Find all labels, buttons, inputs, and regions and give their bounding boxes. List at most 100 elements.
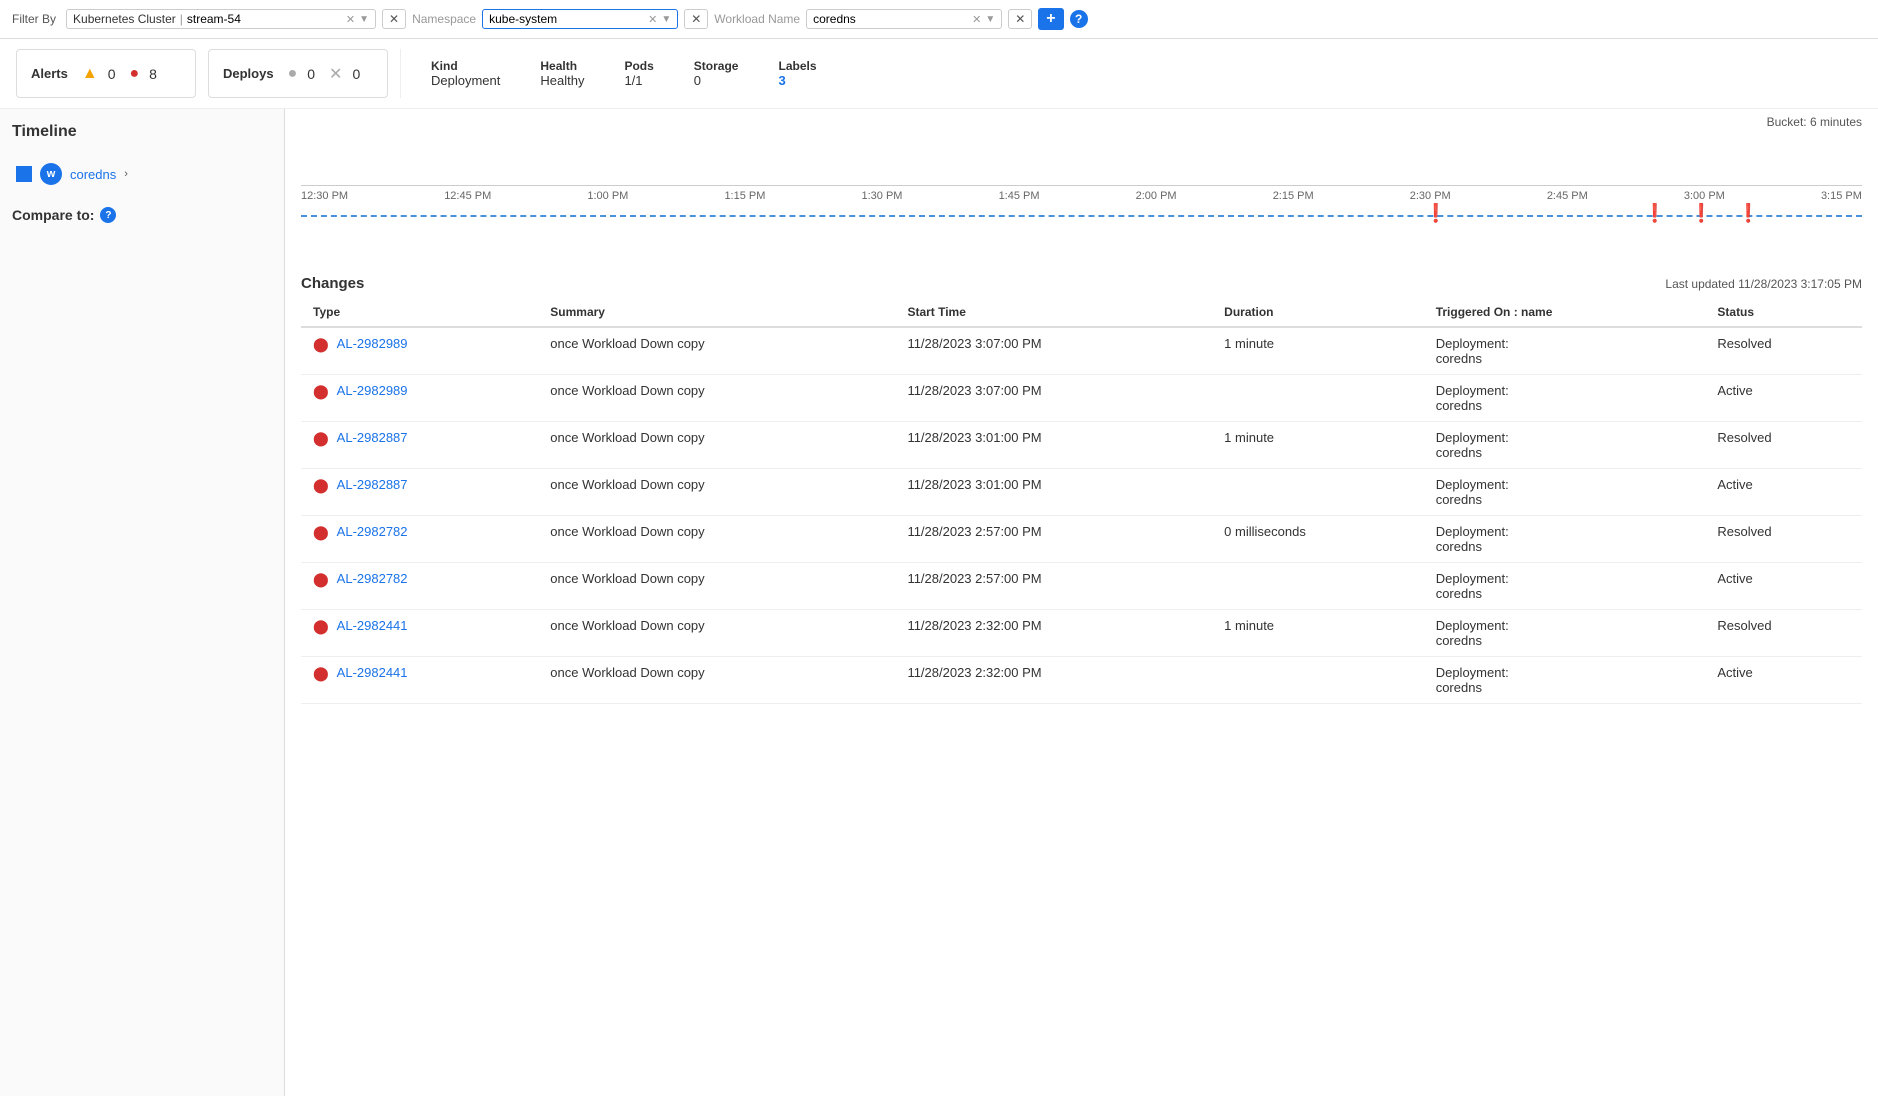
table-cell-summary: once Workload Down copy <box>538 610 895 657</box>
table-cell-start-time: 11/28/2023 3:01:00 PM <box>895 469 1212 516</box>
table-header-row: TypeSummaryStart TimeDurationTriggered O… <box>301 298 1862 327</box>
table-cell-type: ⬤AL-2982887 <box>301 469 538 516</box>
labels-value[interactable]: 3 <box>778 73 785 88</box>
table-cell-start-time: 11/28/2023 2:57:00 PM <box>895 563 1212 610</box>
error-dot-icon: ⬤ <box>313 336 329 353</box>
table-row: ⬤AL-2982989once Workload Down copy11/28/… <box>301 375 1862 422</box>
changes-header: Changes Last updated 11/28/2023 3:17:05 … <box>285 265 1878 298</box>
last-updated: Last updated 11/28/2023 3:17:05 PM <box>1665 277 1862 291</box>
summary-row: Alerts ▲ 0 ● 8 Deploys ● 0 ✕ 0 Kind Depl… <box>0 39 1878 109</box>
filter-namespace-input[interactable] <box>489 12 644 26</box>
table-cell-triggered-on: Deployment: coredns <box>1424 469 1706 516</box>
filter-workload-close-button[interactable]: ✕ <box>1008 9 1032 29</box>
labels-label: Labels <box>778 59 816 73</box>
filter-tag-cluster: Kubernetes Cluster | ✕ ▼ <box>66 9 376 29</box>
table-row: ⬤AL-2982441once Workload Down copy11/28/… <box>301 610 1862 657</box>
alert-link[interactable]: AL-2982989 <box>337 383 408 398</box>
kind-value: Deployment <box>431 73 500 88</box>
info-storage: Storage 0 <box>694 59 739 88</box>
table-cell-duration: 1 minute <box>1212 610 1424 657</box>
table-cell-start-time: 11/28/2023 3:07:00 PM <box>895 375 1212 422</box>
table-cell-status: Resolved <box>1705 327 1862 375</box>
table-cell-summary: once Workload Down copy <box>538 563 895 610</box>
filter-namespace-label: Namespace <box>412 12 476 26</box>
table-cell-type: ⬤AL-2982782 <box>301 516 538 563</box>
alert-link[interactable]: AL-2982887 <box>337 477 408 492</box>
compare-help-icon[interactable]: ? <box>100 207 116 223</box>
table-cell-summary: once Workload Down copy <box>538 422 895 469</box>
filter-cluster-input[interactable] <box>187 12 342 26</box>
filter-cluster-name: Kubernetes Cluster <box>73 12 176 26</box>
timeline-alert-icon[interactable]: ❗ <box>1737 203 1759 224</box>
table-cell-status: Resolved <box>1705 422 1862 469</box>
table-cell-duration <box>1212 563 1424 610</box>
deploys-ok-count: 0 <box>307 66 315 82</box>
alert-link[interactable]: AL-2982989 <box>337 336 408 351</box>
filter-cluster-clear[interactable]: ✕ <box>346 13 355 26</box>
table-cell-triggered-on: Deployment: coredns <box>1424 563 1706 610</box>
table-cell-triggered-on: Deployment: coredns <box>1424 375 1706 422</box>
table-col-header: Type <box>301 298 538 327</box>
health-label: Health <box>540 59 577 73</box>
table-cell-triggered-on: Deployment: coredns <box>1424 657 1706 704</box>
timeline-dashed-line <box>301 215 1862 217</box>
changes-title: Changes <box>301 275 364 292</box>
timeline-alert-icon[interactable]: ❗ <box>1690 203 1712 224</box>
table-cell-triggered-on: Deployment: coredns <box>1424 422 1706 469</box>
time-label: 12:30 PM <box>301 190 348 202</box>
alerts-warn-count: 0 <box>108 66 116 82</box>
table-cell-type: ⬤ AL-2982989 <box>301 327 538 375</box>
sidebar-sq-icon <box>16 166 32 182</box>
table-row: ⬤AL-2982441once Workload Down copy11/28/… <box>301 657 1862 704</box>
table-body: ⬤AL-2982989once Workload Down copy11/28/… <box>301 327 1862 704</box>
table-cell-start-time: 11/28/2023 3:01:00 PM <box>895 422 1212 469</box>
alert-link[interactable]: AL-2982441 <box>337 618 408 633</box>
table-cell-status: Active <box>1705 657 1862 704</box>
alerts-label: Alerts <box>31 66 68 81</box>
deploy-x-icon: ✕ <box>329 64 342 84</box>
error-dot-icon: ⬤ <box>313 665 329 682</box>
table-cell-summary: once Workload Down copy <box>538 327 895 375</box>
table-col-header: Triggered On : name <box>1424 298 1706 327</box>
kind-label: Kind <box>431 59 458 73</box>
filter-cluster-arrow[interactable]: ▼ <box>359 14 369 25</box>
filter-workload-input[interactable] <box>813 12 968 26</box>
table-cell-start-time: 11/28/2023 2:57:00 PM <box>895 516 1212 563</box>
time-label: 3:00 PM <box>1684 190 1725 202</box>
sidebar-item-chevron: › <box>124 168 128 180</box>
sidebar-item-coredns[interactable]: w coredns › <box>12 157 272 191</box>
time-label: 1:45 PM <box>999 190 1040 202</box>
table-row: ⬤AL-2982887once Workload Down copy11/28/… <box>301 469 1862 516</box>
table-cell-type: ⬤AL-2982782 <box>301 563 538 610</box>
table-row: ⬤AL-2982782once Workload Down copy11/28/… <box>301 563 1862 610</box>
info-kind: Kind Deployment <box>431 59 500 88</box>
table-cell-summary: once Workload Down copy <box>538 375 895 422</box>
filter-workload-arrow[interactable]: ▼ <box>985 14 995 25</box>
filter-workload-clear[interactable]: ✕ <box>972 13 981 26</box>
deploys-label: Deploys <box>223 66 274 81</box>
alert-link[interactable]: AL-2982782 <box>337 524 408 539</box>
filter-namespace-clear[interactable]: ✕ <box>648 13 657 26</box>
alert-link[interactable]: AL-2982441 <box>337 665 408 680</box>
time-label: 2:45 PM <box>1547 190 1588 202</box>
content-area: Bucket: 6 minutes 12:30 PM12:45 PM1:00 P… <box>285 109 1878 1096</box>
filter-workload-label: Workload Name <box>714 12 800 26</box>
table-cell-status: Active <box>1705 469 1862 516</box>
timeline-alert-icon[interactable]: ❗ <box>1643 203 1665 224</box>
alert-link[interactable]: AL-2982782 <box>337 571 408 586</box>
timeline-alert-icon[interactable]: ❗ <box>1425 203 1447 224</box>
filter-namespace-close-button[interactable]: ✕ <box>684 9 708 29</box>
time-label: 1:30 PM <box>862 190 903 202</box>
alert-link[interactable]: AL-2982887 <box>337 430 408 445</box>
filter-namespace-arrow[interactable]: ▼ <box>661 14 671 25</box>
storage-value: 0 <box>694 73 701 88</box>
filter-cluster-close-button[interactable]: ✕ <box>382 9 406 29</box>
table-cell-start-time: 11/28/2023 2:32:00 PM <box>895 657 1212 704</box>
table-cell-triggered-on: Deployment: coredns <box>1424 516 1706 563</box>
table-col-header: Status <box>1705 298 1862 327</box>
filter-add-button[interactable]: + <box>1038 8 1063 30</box>
deploys-card: Deploys ● 0 ✕ 0 <box>208 49 388 98</box>
filter-help-button[interactable]: ? <box>1070 10 1088 28</box>
table-cell-duration: 0 milliseconds <box>1212 516 1424 563</box>
compare-to-label: Compare to: ? <box>12 207 272 223</box>
